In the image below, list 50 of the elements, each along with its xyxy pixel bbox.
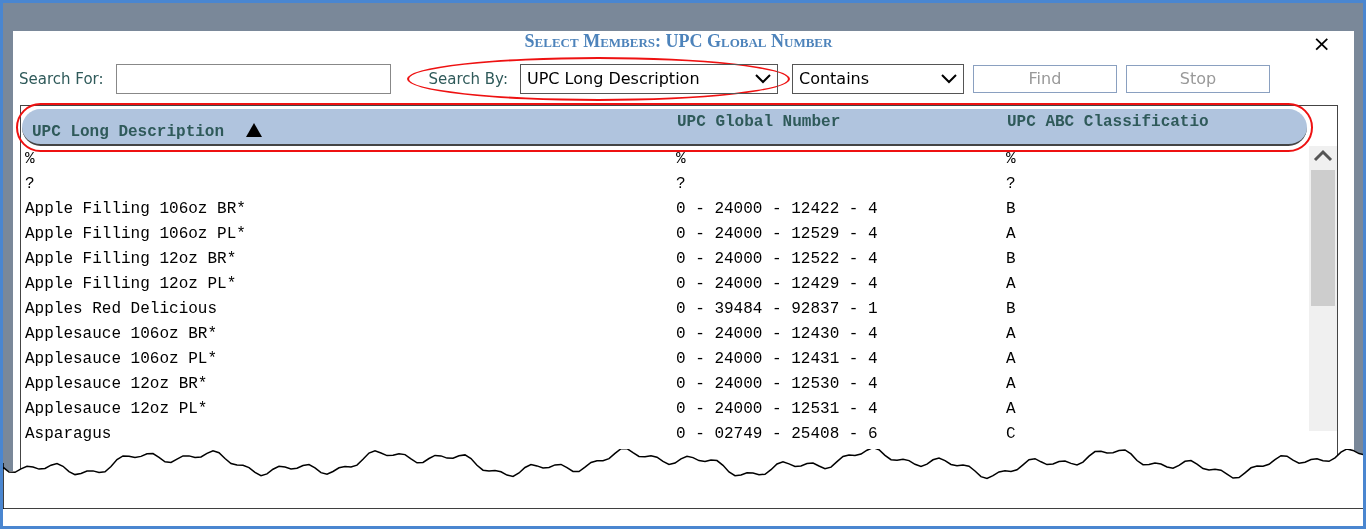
table-cell-text: Applesauce 106oz PL* xyxy=(24,348,219,370)
table-cell-text: 0 - 24000 - 12431 - 4 xyxy=(676,348,879,370)
table-cell-text: B xyxy=(1006,298,1017,320)
table-cell-text: 0 - 24000 - 12522 - 4 xyxy=(676,248,879,270)
search-by-dropdown[interactable]: UPC Long Description xyxy=(519,64,778,94)
table-cell-text: 0 - 24000 - 12429 - 4 xyxy=(676,273,879,295)
table-cell-text: 0 - 24000 - 12529 - 4 xyxy=(676,223,879,245)
table-cell-text: Applesauce 106oz BR* xyxy=(24,323,219,345)
table-cell-text: Applesauce 12oz BR* xyxy=(24,373,209,395)
table-cell-text: 0 - 24000 - 12530 - 4 xyxy=(676,373,879,395)
table-cell-text: 0 - 24000 - 12422 - 4 xyxy=(676,198,879,220)
table-cell-text: 0 - 39484 - 92837 - 1 xyxy=(676,298,879,320)
table-cell-text: 0 - 24000 - 12531 - 4 xyxy=(676,398,879,420)
table-cell-text: ? xyxy=(676,173,687,195)
chevron-down-icon xyxy=(754,74,771,84)
table-cell-text: B xyxy=(1006,248,1017,270)
chevron-down-icon xyxy=(940,74,957,84)
table-cell-text: A xyxy=(1006,398,1017,420)
column-header[interactable]: UPC ABC Classificatio xyxy=(1007,112,1209,131)
table-cell-text: Apples Red Delicious xyxy=(24,298,219,320)
table-cell-text: Applesauce 12oz PL* xyxy=(24,398,209,420)
close-button[interactable]: × xyxy=(1310,33,1333,55)
table-cell-text: % xyxy=(676,148,687,170)
column-header[interactable]: UPC Global Number xyxy=(677,112,841,131)
table-cell-text: ? xyxy=(1006,173,1017,195)
table-cell-text: % xyxy=(24,148,36,170)
table-cell-text: Apple Filling 106oz BR* xyxy=(24,198,247,220)
table-cell-text: C xyxy=(1006,423,1017,445)
search-for-label: Search For: xyxy=(19,68,104,90)
table-cell-text: Apple Filling 12oz BR* xyxy=(24,248,238,270)
search-field[interactable] xyxy=(115,64,391,94)
search-by-label: Search By: xyxy=(428,68,508,90)
table-cell-text: 0 - 02749 - 25408 - 6 xyxy=(676,423,879,445)
table-cell-text: Apple Filling 12oz PL* xyxy=(24,273,238,295)
table-cell-text: 0 - 24000 - 12430 - 4 xyxy=(676,323,879,345)
scrollbar-thumb[interactable] xyxy=(1311,170,1335,306)
table-cell-text: Apple Filling 106oz PL* xyxy=(24,223,247,245)
column-header[interactable]: UPC Long Description xyxy=(32,122,225,141)
table-cell-text: B xyxy=(1006,198,1017,220)
dialog-title: Select Members: UPC Global Number xyxy=(524,31,833,51)
scrollbar[interactable] xyxy=(1309,146,1337,431)
table-cell-text: A xyxy=(1006,223,1017,245)
match-dropdown[interactable]: Contains xyxy=(791,64,964,94)
table-cell-text: Asparagus xyxy=(24,423,113,445)
table-cell-text: A xyxy=(1006,373,1017,395)
table-cell-text: A xyxy=(1006,323,1017,345)
table-cell-text: % xyxy=(1006,148,1017,170)
table-cell-text: ? xyxy=(24,173,36,195)
table-cell-text: A xyxy=(1006,348,1017,370)
table-cell-text: A xyxy=(1006,273,1017,295)
